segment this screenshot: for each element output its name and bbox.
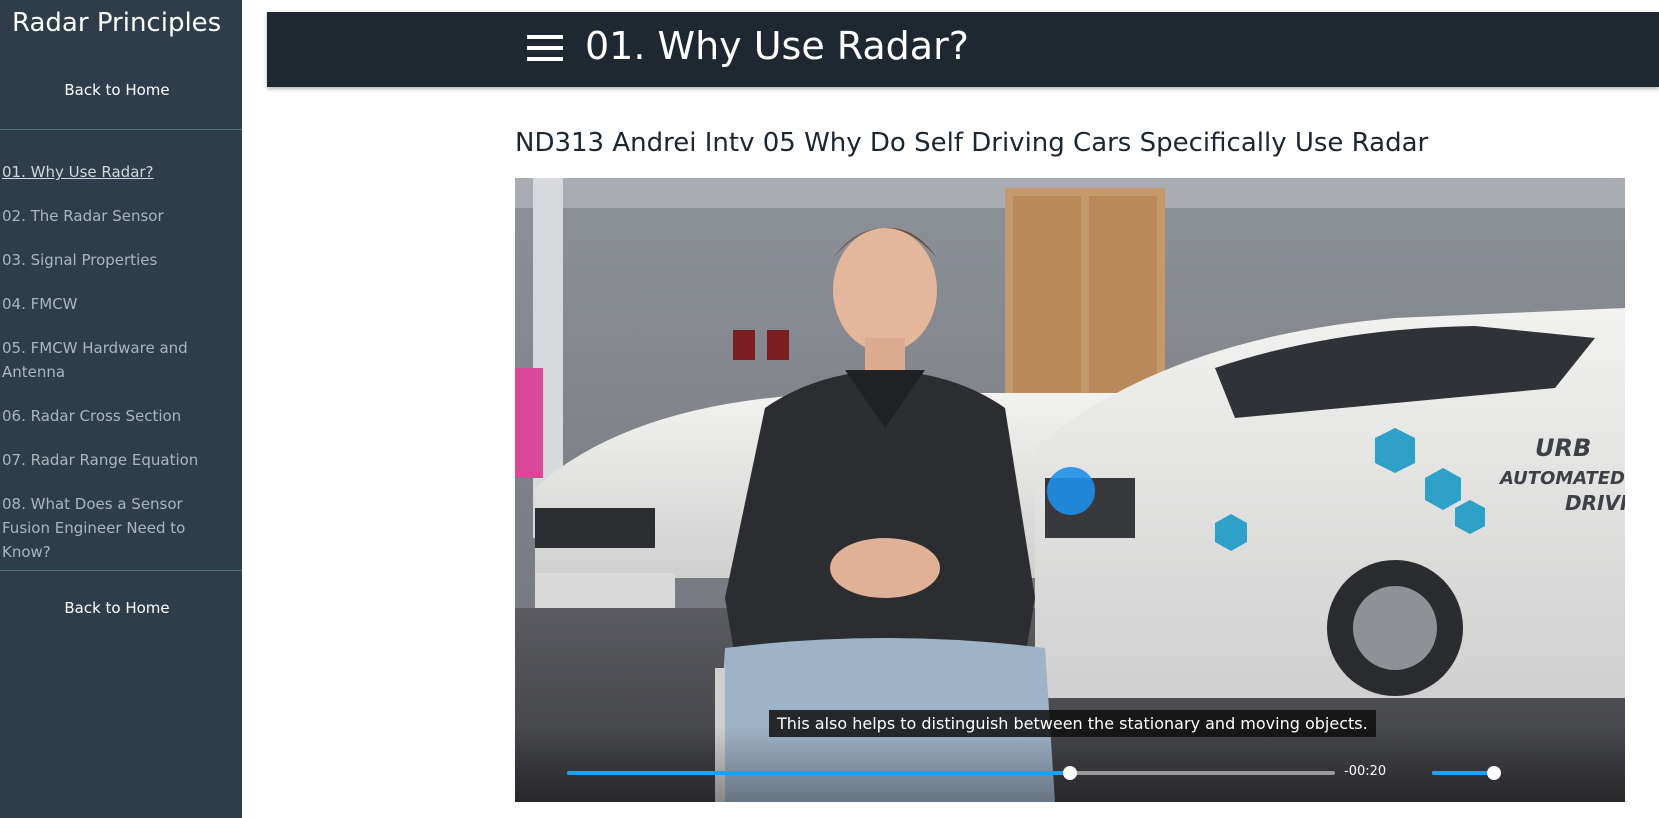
lesson-list: 01. Why Use Radar? 02. The Radar Sensor …: [2, 160, 230, 584]
sidebar-divider-top: [0, 129, 242, 130]
sidebar-item-fmcw[interactable]: 04. FMCW: [2, 292, 230, 316]
page-title: 01. Why Use Radar?: [585, 24, 969, 68]
course-title: Radar Principles: [12, 8, 222, 38]
progress-bar[interactable]: [567, 766, 1335, 780]
car-text-line3: DRIVI: [1565, 491, 1625, 515]
video-title: ND313 Andrei Intv 05 Why Do Self Driving…: [515, 128, 1429, 158]
car-logo-text: URB: [1535, 434, 1591, 462]
sidebar-item-radar-range-equation[interactable]: 07. Radar Range Equation: [2, 448, 230, 472]
sidebar-item-signal-properties[interactable]: 03. Signal Properties: [2, 248, 230, 272]
sidebar-item-why-use-radar[interactable]: 01. Why Use Radar?: [2, 160, 230, 184]
car-text-line2: AUTOMATED: [1498, 468, 1625, 489]
back-to-home-link-bottom[interactable]: Back to Home: [0, 599, 234, 617]
time-remaining: -00:20: [1344, 764, 1387, 779]
sidebar-item-radar-cross-section[interactable]: 06. Radar Cross Section: [2, 404, 230, 428]
volume-thumb[interactable]: [1487, 766, 1502, 780]
video-player[interactable]: URB AUTOMATED DRIVI This also helps to d…: [515, 178, 1625, 802]
sidebar-divider-bottom: [0, 570, 242, 571]
progress-fill: [567, 771, 1071, 775]
video-controls: -00:20: [515, 726, 1625, 802]
hamburger-menu-icon[interactable]: [527, 35, 563, 65]
volume-fill: [1432, 771, 1495, 775]
sidebar: Radar Principles Back to Home 01. Why Us…: [0, 0, 242, 818]
sidebar-item-fmcw-hardware[interactable]: 05. FMCW Hardware and Antenna: [2, 336, 230, 384]
back-to-home-link-top[interactable]: Back to Home: [0, 81, 234, 99]
pointer-indicator-dot: [1047, 467, 1095, 515]
volume-slider[interactable]: [1432, 766, 1502, 780]
sidebar-item-sensor-fusion-engineer[interactable]: 08. What Does a Sensor Fusion Engineer N…: [2, 492, 230, 564]
header-bar: 01. Why Use Radar?: [267, 12, 1659, 87]
sidebar-item-radar-sensor[interactable]: 02. The Radar Sensor: [2, 204, 230, 228]
progress-thumb[interactable]: [1063, 766, 1078, 780]
